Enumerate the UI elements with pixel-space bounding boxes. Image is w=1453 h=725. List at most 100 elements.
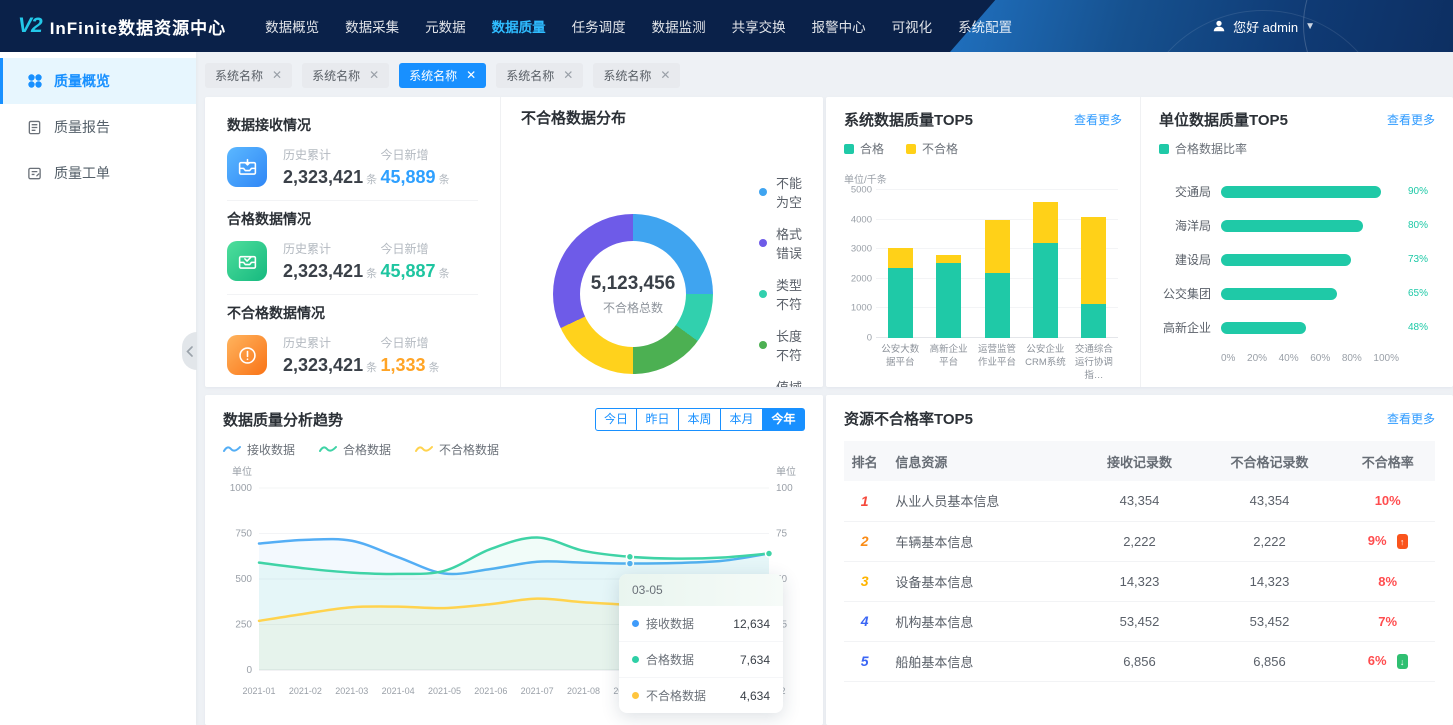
tab-本月[interactable]: 本月 [721,408,763,431]
donut-legend: 不能为空格式错误类型不符长度不符值域不符 [759,160,803,387]
stat-label: 历史累计 [283,334,381,351]
resource-name-cell: 从业人员基本信息 [885,481,1080,521]
stat-value: 1,333条 [381,355,479,376]
table-row[interactable]: 2车辆基本信息2,2222,2229%↑ [844,521,1435,561]
tab-今日[interactable]: 今日 [595,408,637,431]
stacked-bar-chart[interactable]: 500040003000200010000 [876,190,1118,338]
close-icon[interactable]: ✕ [660,68,670,82]
rate-value: 8% [1378,574,1397,589]
hbar-row[interactable]: 交通局90% [1159,183,1435,200]
nav-item-6[interactable]: 数据监测 [652,16,706,36]
filter-tag-2[interactable]: 系统名称✕ [302,63,389,88]
close-icon[interactable]: ✕ [563,68,573,82]
x-tick-label: 2021-05 [428,686,461,696]
filter-tag-1[interactable]: 系统名称✕ [205,63,292,88]
top-navbar: V2 InFinite数据资源中心 数据概览 数据采集 元数据 数据质量 任务调度 数据监… [0,0,1453,52]
nav-item-10[interactable]: 系统配置 [958,16,1012,36]
logo-icon: V2 [18,14,42,38]
hbar-value: 48% [1399,322,1435,333]
today-stat: 今日新增45,889条 [381,146,479,188]
sidebar-item-label: 质量报告 [54,117,110,137]
bar-x-label: 公安企业CRM系统 [1021,344,1069,382]
sidebar-item-label: 质量概览 [54,71,110,91]
view-more-link[interactable]: 查看更多 [1387,410,1435,427]
legend-item: 不合格数据 [415,441,499,458]
bar-slot[interactable] [973,190,1021,338]
filter-tag-label: 系统名称 [409,67,457,84]
donut-chart[interactable]: 5,123,456 不合格总数 [553,214,713,374]
legend-item: 接收数据 [223,441,295,458]
bar-5 [1081,217,1106,338]
x-tick-label: 2021-02 [289,686,322,696]
hbar-label: 建设局 [1159,251,1221,268]
tooltip-row: 接收数据12,634 [619,606,783,642]
panel-title: 系统数据质量TOP5 [844,109,973,130]
tooltip-dot [632,692,639,699]
bar-slot[interactable] [876,190,924,338]
table-row[interactable]: 4机构基本信息53,45253,4527% [844,601,1435,641]
nav-item-1[interactable]: 数据概览 [265,16,319,36]
nav-item-8[interactable]: 报警中心 [812,16,866,36]
tab-本周[interactable]: 本周 [679,408,721,431]
check-doc-icon [227,241,267,281]
stat-label: 今日新增 [381,334,479,351]
table-row[interactable]: 1从业人员基本信息43,35443,35410% [844,481,1435,521]
rate-cell: 6%↓ [1340,641,1435,681]
close-icon[interactable]: ✕ [369,68,379,82]
bar-x-label: 运营监管作业平台 [973,344,1021,382]
brand[interactable]: V2 InFinite数据资源中心 [18,14,226,39]
wave-icon [319,443,337,457]
received-cell: 53,452 [1080,601,1198,641]
unqualified-cell: 6,856 [1199,641,1341,681]
tooltip-date: 03-05 [619,574,783,606]
filter-tag-5[interactable]: 系统名称✕ [593,63,680,88]
y-tick-right: 75 [776,529,788,540]
nav-item-3[interactable]: 元数据 [425,16,466,36]
bar-slot[interactable] [1021,190,1069,338]
rank-number: 5 [861,653,869,669]
nav-item-4[interactable]: 数据质量 [492,16,546,36]
bar-x-label: 高新企业平台 [924,344,972,382]
sidebar-item-1[interactable]: 质量概览 [0,58,196,104]
filter-tag-3[interactable]: 系统名称 ✕ [399,63,486,88]
close-icon[interactable]: ✕ [466,68,476,82]
sidebar-item-2[interactable]: 质量报告 [0,104,196,150]
hbar-fill [1221,254,1351,266]
x-tick-label: 40% [1279,353,1299,364]
legend-item: 类型不符 [759,275,803,313]
hbar-row[interactable]: 海洋局80% [1159,217,1435,234]
nav-item-5[interactable]: 任务调度 [572,16,626,36]
user-menu[interactable]: 您好 admin ▼ [1212,17,1315,36]
nav-item-2[interactable]: 数据采集 [345,16,399,36]
bar-slot[interactable] [1070,190,1118,338]
hbar-row[interactable]: 高新企业48% [1159,319,1435,336]
tab-今年[interactable]: 今年 [763,408,805,431]
x-tick-label: 0% [1221,353,1235,364]
y-tick-left: 1000 [230,483,253,494]
history-stat: 历史累计 2,323,421条 [283,146,381,188]
nav-item-9[interactable]: 可视化 [892,16,933,36]
stat-row: 历史累计 2,323,421条今日新增45,889条 [227,146,478,188]
sidebar-item-3[interactable]: 质量工单 [0,150,196,196]
view-more-link[interactable]: 查看更多 [1387,111,1435,128]
bar-slot[interactable] [924,190,972,338]
hbar-value: 90% [1399,186,1435,197]
close-icon[interactable]: ✕ [272,68,282,82]
hbar-track [1221,254,1399,266]
table-row[interactable]: 5船舶基本信息6,8566,8566%↓ [844,641,1435,681]
nav-item-7[interactable]: 共享交换 [732,16,786,36]
view-more-link[interactable]: 查看更多 [1074,111,1122,128]
stat-value: 2,323,421条 [283,167,381,188]
horizontal-bar-chart[interactable]: 交通局90% 海洋局80% 建设局73% 公交集团65% 高新企业48% [1159,183,1435,336]
qualified-segment [985,273,1010,338]
tab-昨日[interactable]: 昨日 [637,408,679,431]
tooltip-label: 接收数据 [646,615,733,632]
table-row[interactable]: 3设备基本信息14,32314,3238% [844,561,1435,601]
trend-legend: 接收数据合格数据不合格数据 [223,441,805,458]
stat-label: 历史累计 [283,146,381,163]
legend-label: 合格 [860,140,884,157]
hbar-row[interactable]: 公交集团65% [1159,285,1435,302]
filter-tag-4[interactable]: 系统名称✕ [496,63,583,88]
sidebar-collapse-handle[interactable] [182,332,197,370]
hbar-row[interactable]: 建设局73% [1159,251,1435,268]
